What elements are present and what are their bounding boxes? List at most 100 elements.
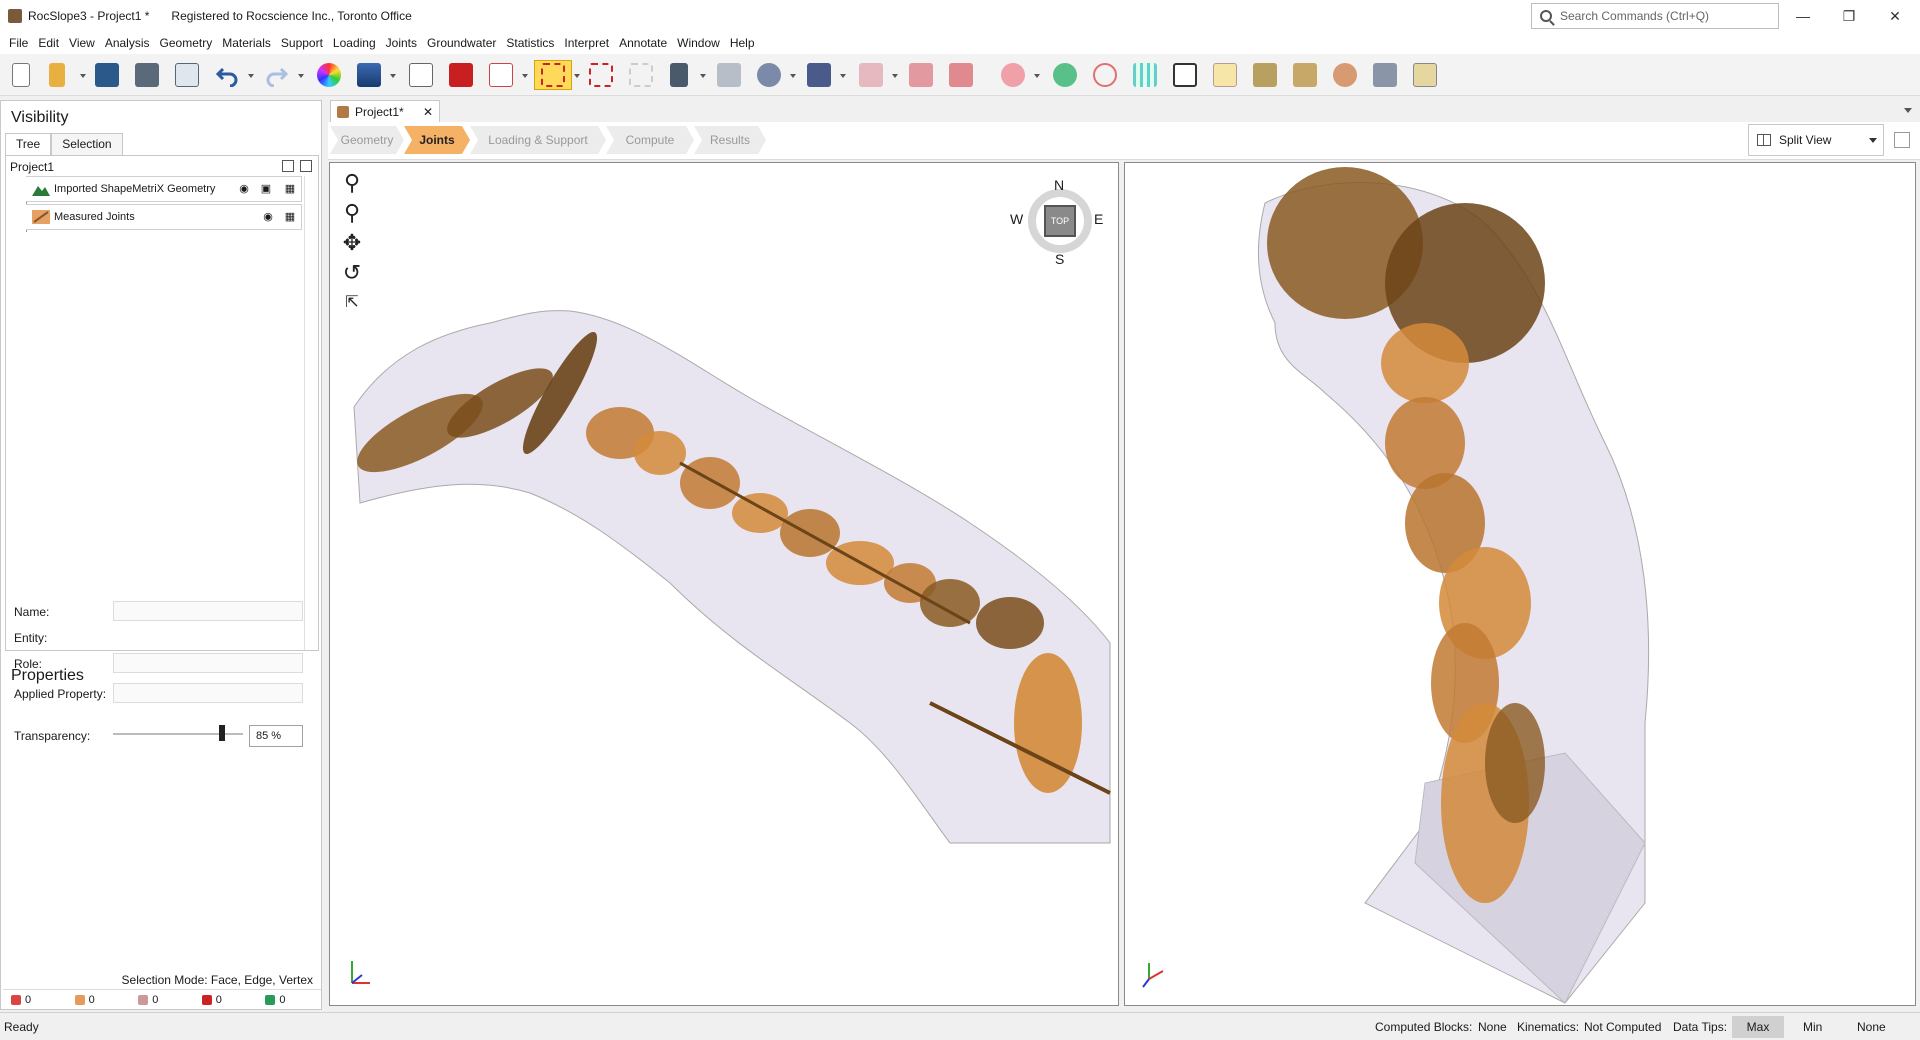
undo-button[interactable] (212, 60, 242, 90)
menu-annotate[interactable]: Annotate (614, 36, 672, 50)
groundwater-button[interactable] (1050, 60, 1080, 90)
chevron-down-icon[interactable] (892, 74, 898, 78)
collapse-all-icon[interactable] (300, 160, 312, 172)
color-button[interactable] (314, 60, 344, 90)
workflow-loading-support[interactable]: Loading & Support (470, 126, 606, 154)
menu-joints[interactable]: Joints (381, 36, 422, 50)
trash-icon[interactable]: ▦ (284, 183, 296, 195)
open-file-button[interactable] (42, 60, 72, 90)
menu-loading[interactable]: Loading (328, 36, 381, 50)
search-commands-input[interactable]: Search Commands (Ctrl+Q) (1531, 3, 1779, 29)
new-file-button[interactable] (6, 60, 36, 90)
data-tips-max[interactable]: Max (1732, 1016, 1784, 1038)
chevron-down-icon[interactable] (80, 74, 86, 78)
chevron-down-icon[interactable] (248, 74, 254, 78)
eye-icon[interactable]: ◉ (238, 183, 250, 195)
add-box-button[interactable] (1210, 60, 1240, 90)
select-button[interactable] (534, 60, 572, 90)
panel-toggle-icon[interactable] (1894, 132, 1910, 148)
menu-interpret[interactable]: Interpret (559, 36, 614, 50)
tree-scrollbar[interactable] (304, 176, 318, 650)
grid-button[interactable] (1130, 60, 1160, 90)
save-button[interactable] (92, 60, 122, 90)
menu-analysis[interactable]: Analysis (100, 36, 155, 50)
pan-icon[interactable]: ✥ (340, 231, 364, 255)
zoom-window-icon[interactable]: ⚲ (340, 171, 364, 195)
block-button[interactable] (856, 60, 886, 90)
intersect-button[interactable] (1090, 60, 1120, 90)
chevron-down-icon[interactable] (390, 74, 396, 78)
transparency-spinbox[interactable]: 85 % (249, 725, 303, 747)
transparency-slider-thumb[interactable] (219, 725, 225, 741)
chevron-down-icon[interactable] (790, 74, 796, 78)
restore-button[interactable]: ❐ (1826, 0, 1872, 32)
name-field[interactable] (113, 601, 303, 621)
chevron-down-icon[interactable] (1034, 74, 1040, 78)
plane-button[interactable] (714, 60, 744, 90)
lock-icon[interactable]: ▣ (260, 183, 272, 195)
data-tips-none[interactable]: None (1857, 1020, 1886, 1034)
draw-button[interactable] (406, 60, 436, 90)
zoom-icon[interactable]: ⚲ (340, 201, 364, 225)
tab-list-chevron-icon[interactable] (1904, 108, 1912, 113)
lock-selection-button[interactable] (586, 60, 616, 90)
chevron-down-icon[interactable] (700, 74, 706, 78)
view-cube[interactable]: TOP N S E W (1010, 177, 1103, 267)
tree-item-measured-joints[interactable]: Measured Joints ◉ ▦ (26, 204, 302, 230)
wireframe-button[interactable] (486, 60, 516, 90)
deselect-button[interactable] (626, 60, 656, 90)
applied-property-select[interactable] (113, 683, 303, 703)
menu-window[interactable]: Window (672, 36, 725, 50)
eye-icon[interactable]: ◉ (262, 211, 274, 223)
data-tips-min[interactable]: Min (1803, 1020, 1822, 1034)
workflow-geometry[interactable]: Geometry (330, 126, 404, 154)
expand-all-icon[interactable] (282, 160, 294, 172)
top-face-button[interactable]: TOP (1044, 205, 1076, 237)
role-select[interactable] (113, 653, 303, 673)
block-2-button[interactable] (906, 60, 936, 90)
menu-edit[interactable]: Edit (33, 36, 64, 50)
chevron-down-icon[interactable] (522, 74, 528, 78)
tab-tree[interactable]: Tree (5, 133, 52, 155)
export-button[interactable] (1410, 60, 1440, 90)
support-button[interactable] (998, 60, 1028, 90)
menu-help[interactable]: Help (725, 36, 760, 50)
joint-set-button[interactable] (804, 60, 834, 90)
menu-geometry[interactable]: Geometry (155, 36, 218, 50)
menu-materials[interactable]: Materials (217, 36, 276, 50)
bolt-button[interactable] (1250, 60, 1280, 90)
menu-file[interactable]: File (4, 36, 33, 50)
circles-button[interactable] (1330, 60, 1360, 90)
document-tab[interactable]: Project1* ✕ (330, 100, 440, 122)
viewport-right[interactable] (1124, 162, 1916, 1006)
chevron-down-icon[interactable] (840, 74, 846, 78)
box-button[interactable] (1170, 60, 1200, 90)
chevron-down-icon[interactable] (298, 74, 304, 78)
joint-shape-button[interactable] (754, 60, 784, 90)
tree-item-shapemetrix[interactable]: Imported ShapeMetriX Geometry ◉ ▣ ▦ (26, 176, 302, 202)
report-button[interactable] (172, 60, 202, 90)
block-3-button[interactable] (946, 60, 976, 90)
workflow-results[interactable]: Results (694, 126, 766, 154)
workflow-joints[interactable]: Joints (404, 126, 470, 154)
viewport-left[interactable]: ⚲ ⚲ ✥ ↺ ⇱ TOP N S E W (329, 162, 1119, 1006)
menu-support[interactable]: Support (276, 36, 328, 50)
rotate-icon[interactable]: ↺ (340, 261, 364, 285)
pick-button[interactable] (664, 60, 694, 90)
background-button[interactable] (354, 60, 384, 90)
zoom-all-icon[interactable]: ⇱ (340, 291, 364, 315)
close-tab-icon[interactable]: ✕ (423, 105, 433, 119)
redo-button[interactable] (262, 60, 292, 90)
add-bolt-button[interactable] (1290, 60, 1320, 90)
menu-groundwater[interactable]: Groundwater (422, 36, 501, 50)
minimize-button[interactable]: — (1780, 0, 1826, 32)
menu-view[interactable]: View (64, 36, 100, 50)
tab-selection[interactable]: Selection (51, 133, 123, 155)
workflow-compute[interactable]: Compute (606, 126, 694, 154)
tray-button[interactable] (1370, 60, 1400, 90)
menu-statistics[interactable]: Statistics (501, 36, 559, 50)
solid-view-button[interactable] (446, 60, 476, 90)
close-button[interactable]: ✕ (1872, 0, 1918, 32)
chevron-down-icon[interactable] (574, 74, 580, 78)
trash-icon[interactable]: ▦ (284, 211, 296, 223)
